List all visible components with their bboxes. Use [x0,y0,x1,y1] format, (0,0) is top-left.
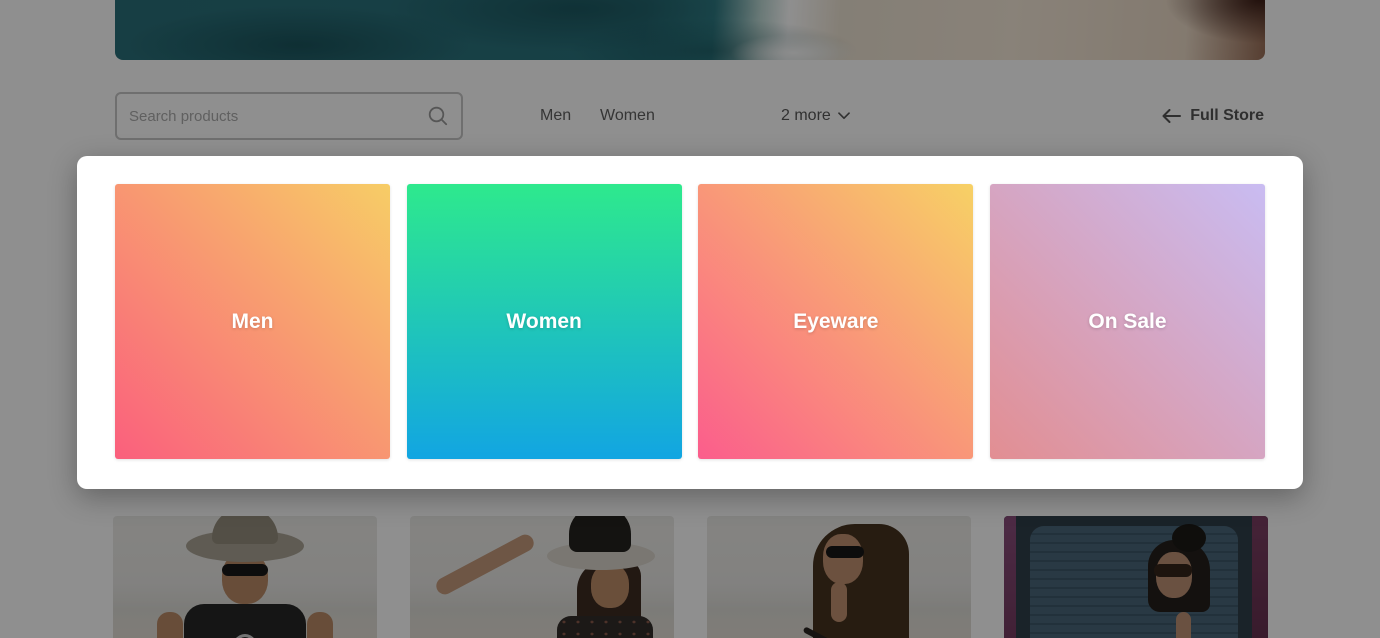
storefront-screen: Men Women 2 more Full Store [0,0,1380,638]
category-card-eyeware[interactable]: Eyeware [698,184,973,459]
category-card-label: On Sale [1088,310,1166,334]
categories-dropdown-panel: Men Women Eyeware On Sale [77,156,1303,489]
category-card-men[interactable]: Men [115,184,390,459]
category-card-label: Eyeware [793,310,878,334]
category-card-on-sale[interactable]: On Sale [990,184,1265,459]
category-card-women[interactable]: Women [407,184,682,459]
category-card-label: Men [232,310,274,334]
category-card-label: Women [506,310,581,334]
